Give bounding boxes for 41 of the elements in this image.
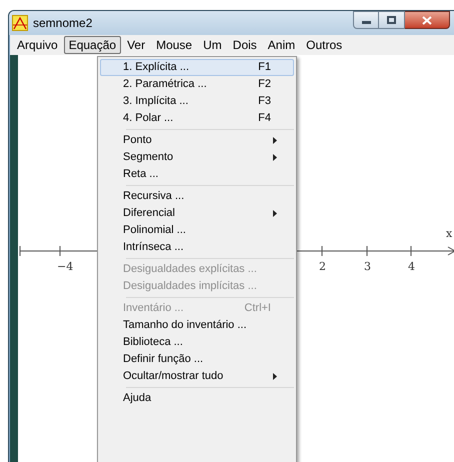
tick-label: 2	[319, 260, 326, 273]
maximize-button[interactable]	[379, 11, 405, 29]
menu-bar-item[interactable]: Um	[198, 36, 227, 54]
minimize-button[interactable]	[353, 11, 379, 29]
submenu-arrow-icon	[273, 373, 277, 380]
menu-item[interactable]: 4. Polar ... F4	[100, 110, 294, 127]
window-title: semnome2	[33, 15, 92, 32]
menu-item[interactable]: 2. Paramétrica ... F2	[100, 76, 294, 93]
submenu-arrow-icon	[273, 154, 277, 161]
submenu-arrow-icon	[273, 210, 277, 217]
tick-label: −4	[57, 260, 74, 273]
tick-mark	[410, 246, 412, 256]
menu-item[interactable]: Diferencial	[100, 205, 294, 222]
menu-bar-item[interactable]: Arquivo	[12, 36, 63, 54]
axis-label: x	[446, 227, 452, 240]
menu-item[interactable]: 1. Explícita ... F1	[100, 59, 294, 76]
menu-item[interactable]: Ponto	[100, 132, 294, 149]
menu-item[interactable]: Biblioteca ...	[100, 334, 294, 351]
menu-item[interactable]: Segmento	[100, 149, 294, 166]
close-button[interactable]	[405, 11, 450, 29]
menu-item[interactable]: Intrínseca ...	[100, 239, 294, 256]
menu-item[interactable]: Polinomial ...	[100, 222, 294, 239]
tick-mark	[366, 246, 368, 256]
menu-item[interactable]: Ajuda	[100, 390, 294, 407]
app-icon	[12, 15, 28, 31]
menu-bar-item[interactable]: Equação	[64, 36, 122, 54]
menu-bar-item[interactable]: Anim	[262, 36, 300, 54]
menu-item[interactable]: Ocultar/mostrar tudo	[100, 368, 294, 385]
menu-bar-item[interactable]: Mouse	[151, 36, 198, 54]
menu-item[interactable]: 3. Implícita ... F3	[100, 93, 294, 110]
menu-bar-item[interactable]: Ver	[122, 36, 150, 54]
menu-item[interactable]: Recursiva ...	[100, 188, 294, 205]
tick-label: 4	[408, 260, 415, 273]
menu-bar-item[interactable]: Outros	[301, 36, 348, 54]
menu-item[interactable]: Tamanho do inventário ...	[100, 317, 294, 334]
submenu-arrow-icon	[273, 137, 277, 144]
tick-label: 3	[364, 260, 371, 273]
close-icon	[422, 16, 432, 24]
menu-item[interactable]: Reta ...	[100, 166, 294, 183]
menu-bar-item[interactable]: Dois	[228, 36, 262, 54]
menu-item[interactable]: Definir função ...	[100, 351, 294, 368]
